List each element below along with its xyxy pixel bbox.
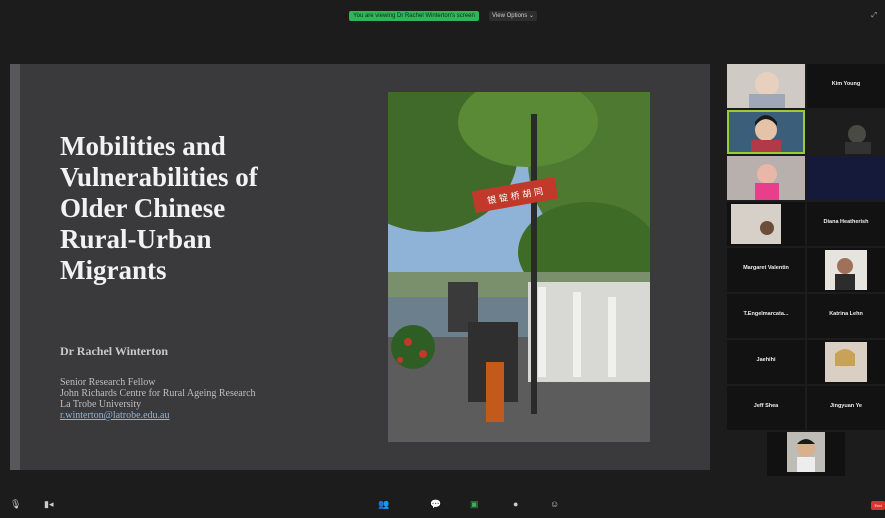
participant-tile[interactable]: Jaehihi — [727, 340, 805, 384]
participant-name: Kim Young — [831, 81, 861, 87]
slide-affiliation-line: Senior Research Fellow — [60, 377, 156, 388]
participant-video-tile[interactable] — [807, 110, 885, 154]
record-icon[interactable]: ● — [513, 499, 518, 509]
participant-gallery: Kim Young Diana Heatherish Margaret Vale… — [727, 64, 885, 476]
slide-author: Dr Rachel Winterton — [60, 344, 168, 358]
participant-tile[interactable]: Jingyuan Ye — [807, 386, 885, 430]
participant-name: Jeff Shea — [753, 403, 779, 409]
street-scene-image: 银 锭 桥 胡 同 — [388, 92, 650, 442]
participant-video-tile[interactable] — [807, 156, 885, 200]
participant-video-tile[interactable] — [727, 202, 805, 246]
participant-video-tile[interactable] — [727, 110, 805, 154]
reactions-icon[interactable]: ☺ — [550, 499, 559, 509]
participant-tile[interactable]: Kim Young — [807, 64, 885, 108]
slide-title: Mobilities and Vulnerabilities of Older … — [60, 131, 360, 286]
participant-tile[interactable]: T.Engelmarcata... — [727, 294, 805, 338]
participant-tile[interactable]: Diana Heatherish — [807, 202, 885, 246]
meeting-topbar: You are viewing Dr Rachel Winterton's sc… — [0, 0, 885, 26]
participant-name: Diana Heatherish — [823, 219, 869, 225]
participant-name: Jaehihi — [756, 357, 776, 363]
microphone-icon[interactable]: 🎙 — [10, 499, 21, 510]
title-line: Rural-Urban — [60, 224, 212, 254]
participant-tile[interactable]: Jeff Shea — [727, 386, 805, 430]
participants-icon[interactable]: 👥 — [378, 499, 389, 510]
participant-name: Jingyuan Ye — [830, 403, 862, 409]
expand-icon[interactable]: ⤢ — [871, 12, 877, 20]
participant-name: T.Engelmarcata... — [743, 311, 789, 317]
participant-tile[interactable]: Katrina Lehn — [807, 294, 885, 338]
slide-affiliation-line: John Richards Centre for Rural Ageing Re… — [60, 388, 256, 399]
slide-accent-bar — [10, 64, 20, 470]
chat-icon[interactable]: 💬 — [430, 499, 441, 510]
slide-email-link[interactable]: r.winterton@latrobe.edu.au — [60, 410, 169, 421]
end-meeting-button[interactable]: End — [871, 501, 885, 510]
screen-share-banner[interactable]: You are viewing Dr Rachel Winterton's sc… — [349, 11, 479, 21]
meeting-toolbar: 🎙 ▮◂ 👥 💬 ▣ ● ☺ End — [0, 496, 885, 518]
participant-video-tile[interactable] — [727, 64, 805, 108]
title-line: Migrants — [60, 255, 167, 285]
share-screen-icon[interactable]: ▣ — [470, 499, 479, 510]
participant-video-tile[interactable] — [807, 340, 885, 384]
participant-video-tile[interactable] — [807, 248, 885, 292]
participant-name: Katrina Lehn — [829, 311, 863, 317]
participant-tile[interactable]: Margaret Valentin — [727, 248, 805, 292]
participant-name: Margaret Valentin — [743, 265, 789, 271]
view-options-button[interactable]: View Options ⌄ — [489, 11, 537, 21]
slide-affiliation-line: La Trobe University — [60, 399, 142, 410]
slide-photo: 银 锭 桥 胡 同 — [388, 92, 650, 442]
title-line: Vulnerabilities of — [60, 162, 258, 192]
video-camera-icon[interactable]: ▮◂ — [44, 499, 53, 510]
title-line: Mobilities and — [60, 131, 226, 161]
participant-video-tile[interactable] — [727, 156, 805, 200]
shared-slide: Mobilities and Vulnerabilities of Older … — [10, 64, 710, 470]
participant-video-tile[interactable] — [767, 432, 845, 476]
title-line: Older Chinese — [60, 193, 226, 223]
